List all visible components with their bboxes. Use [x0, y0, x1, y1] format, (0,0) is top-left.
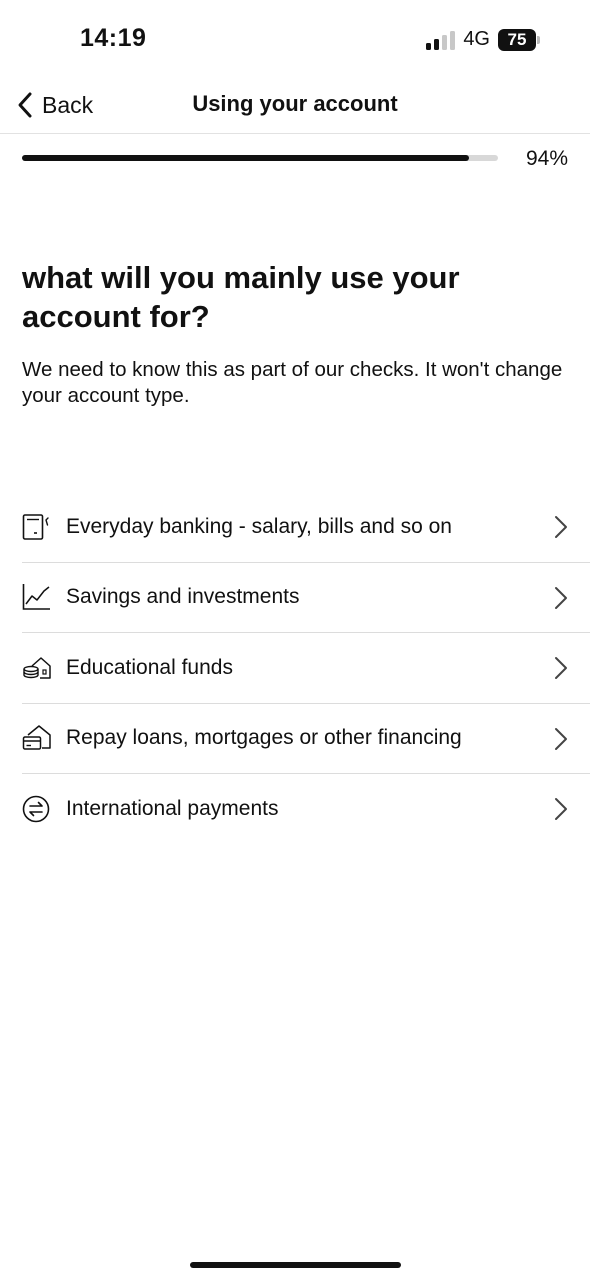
chevron-right-icon: [555, 727, 567, 750]
option-international-payments[interactable]: International payments: [22, 774, 590, 845]
home-indicator[interactable]: [190, 1262, 401, 1268]
option-educational-funds[interactable]: Educational funds: [22, 633, 590, 704]
line-chart-icon: [22, 581, 52, 613]
option-repay-loans[interactable]: Repay loans, mortgages or other financin…: [22, 704, 590, 774]
coins-house-icon: [22, 652, 52, 684]
progress-fill: [22, 155, 470, 161]
receipt-phone-icon: [22, 511, 52, 543]
status-bar: 14:19 4G 75: [0, 0, 590, 80]
exchange-arrows-icon: [22, 793, 52, 825]
progress-track: [22, 155, 498, 161]
battery-level: 75: [498, 28, 536, 51]
signal-strength-icon: [426, 30, 456, 50]
network-type: 4G: [463, 28, 490, 50]
chevron-right-icon: [555, 657, 567, 679]
nav-bar: Using your account Back: [0, 80, 590, 134]
chevron-left-icon: [18, 92, 32, 118]
chevron-right-icon: [555, 798, 567, 820]
option-everyday-banking[interactable]: Everyday banking - salary, bills and so …: [22, 492, 590, 563]
back-button[interactable]: Back: [16, 88, 93, 122]
question-description: We need to know this as part of our chec…: [22, 358, 563, 407]
option-label: Everyday banking - salary, bills and so …: [66, 514, 452, 538]
usage-options-list: Everyday banking - salary, bills and so …: [22, 492, 590, 845]
option-label: International payments: [66, 797, 279, 821]
option-label: Savings and investments: [66, 585, 300, 609]
option-savings-investments[interactable]: Savings and investments: [22, 563, 590, 633]
progress-percent: 94%: [525, 147, 568, 170]
card-house-icon: [22, 722, 52, 754]
status-indicators: 4G 75: [426, 28, 540, 51]
option-label: Repay loans, mortgages or other financin…: [66, 726, 462, 750]
progress-indicator: 94%: [22, 145, 568, 173]
question-heading: what will you mainly use your account fo…: [22, 260, 460, 334]
back-label: Back: [42, 91, 94, 118]
status-time: 14:19: [80, 24, 147, 52]
chevron-right-icon: [555, 586, 567, 609]
chevron-right-icon: [555, 516, 567, 538]
option-label: Educational funds: [66, 655, 233, 679]
battery-icon: 75: [498, 28, 540, 51]
